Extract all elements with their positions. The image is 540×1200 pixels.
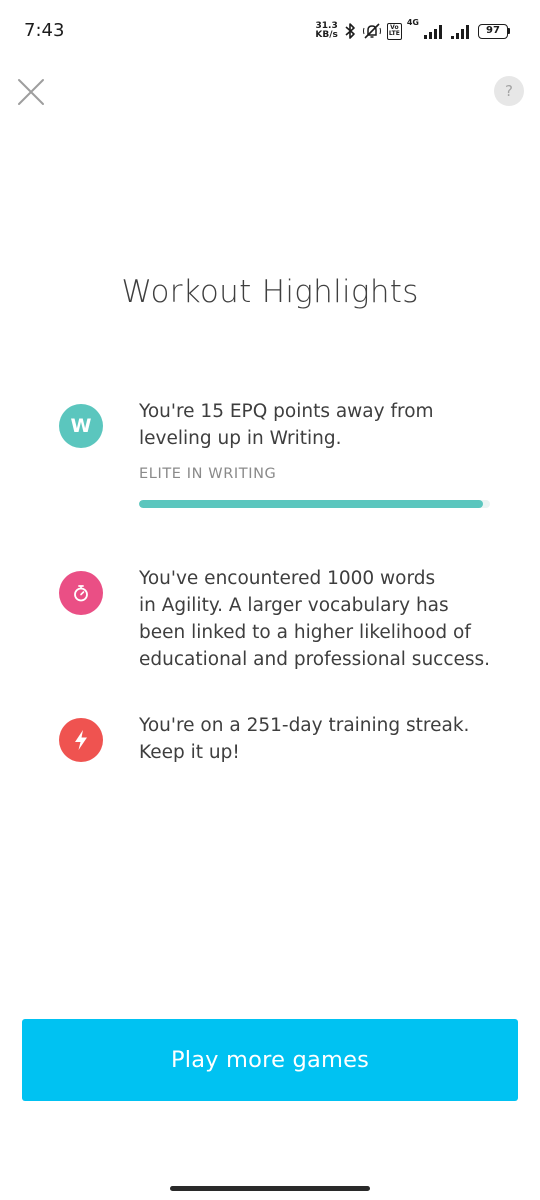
bluetooth-icon [345,23,355,39]
stopwatch-icon [74,585,88,602]
highlight-line: You've encountered 1000 words [139,568,436,589]
highlight-line: You're on a 251-day training streak. [139,715,470,736]
status-time: 7:43 [24,20,65,41]
level-progress-fill [139,500,483,508]
level-progress-bar [139,500,490,508]
highlight-line: in Agility. A larger vocabulary has [139,595,449,616]
lightning-bolt-icon [75,730,87,750]
home-gesture-bar[interactable] [170,1186,370,1191]
close-button[interactable] [16,78,46,106]
page-title: Workout Highlights [121,274,419,310]
level-label: ELITE IN WRITING [139,466,277,482]
play-more-games-button[interactable]: Play more games [22,1019,518,1101]
network-type: 4G [406,18,419,27]
streak-badge [59,718,103,762]
signal-strength-icon-sim2 [451,25,469,39]
battery-icon: 97 [478,23,510,39]
help-button[interactable]: ? [494,76,524,106]
status-bar: 7:43 31.3 KB/s Vo LTE 4G 97 [0,0,540,62]
highlight-streak-text: You're on a 251-day training streak. Kee… [139,712,509,766]
highlight-agility-text: You've encountered 1000 words in Agility… [139,565,509,673]
network-speed: 31.3 KB/s [315,22,337,40]
workout-highlights-screen: 7:43 31.3 KB/s Vo LTE 4G 97 ? Workout Hi… [0,0,540,1200]
highlight-line: educational and professional success. [139,649,491,670]
highlight-line: You're 15 EPQ points away from [139,401,434,422]
highlight-writing-text: You're 15 EPQ points away from leveling … [139,398,509,452]
agility-badge [59,571,103,615]
network-speed-unit: KB/s [315,30,338,40]
volte-bottom: LTE [388,30,400,37]
highlight-line: Keep it up! [139,742,240,763]
volte-badge: Vo LTE [386,22,402,40]
highlight-line: been linked to a higher likelihood of [139,622,471,643]
battery-level: 97 [478,23,508,39]
highlight-line: leveling up in Writing. [139,428,342,449]
close-x-icon [18,79,44,105]
status-icons: 31.3 KB/s Vo LTE 4G 97 [315,19,510,43]
signal-strength-icon-sim1 [424,25,442,39]
muted-bell-icon [362,23,381,39]
writing-letter-icon: W [59,404,103,448]
battery-cap [508,28,510,34]
